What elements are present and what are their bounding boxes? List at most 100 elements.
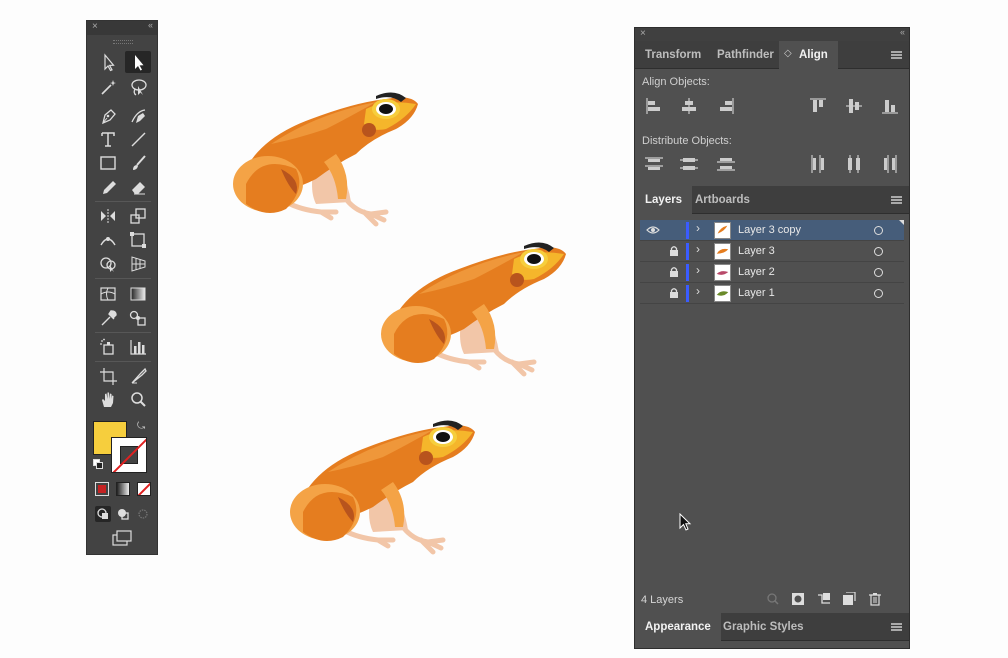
- close-icon[interactable]: ×: [640, 28, 646, 39]
- tools-panel: × ‹‹ ⤿: [86, 20, 158, 555]
- horizontal-distribute-left-icon[interactable]: [807, 153, 829, 175]
- swap-fill-stroke-icon[interactable]: ⤿: [137, 421, 145, 432]
- lock-icon[interactable]: [668, 245, 680, 257]
- panel-menu-icon[interactable]: [891, 51, 902, 59]
- expand-chevron-icon[interactable]: ›: [696, 221, 700, 235]
- layer-name[interactable]: Layer 3: [738, 245, 775, 257]
- tab-layers[interactable]: Layers: [635, 186, 693, 214]
- target-icon[interactable]: [874, 226, 883, 235]
- panel-menu-icon[interactable]: [891, 623, 902, 631]
- layer-row[interactable]: › Layer 1: [640, 283, 904, 304]
- tab-transform[interactable]: Transform: [635, 41, 711, 69]
- frog-illustration[interactable]: [283, 412, 483, 562]
- curvature-tool-icon[interactable]: [125, 105, 151, 127]
- screen-mode-icon[interactable]: [111, 530, 133, 546]
- layer-row[interactable]: › Layer 3: [640, 241, 904, 262]
- eraser-tool-icon[interactable]: [125, 176, 151, 198]
- vertical-align-top-icon[interactable]: [807, 95, 829, 117]
- layer-thumbnail: [714, 264, 731, 281]
- direct-selection-tool-icon[interactable]: [125, 51, 151, 73]
- draw-behind-icon[interactable]: [115, 506, 131, 522]
- magic-wand-tool-icon[interactable]: [95, 76, 121, 98]
- trash-icon[interactable]: [868, 592, 882, 606]
- perspective-grid-tool-icon[interactable]: [125, 253, 151, 275]
- close-icon[interactable]: ×: [92, 21, 98, 32]
- horizontal-align-right-icon[interactable]: [715, 95, 737, 117]
- layer-row[interactable]: › Layer 2: [640, 262, 904, 283]
- eyedropper-tool-icon[interactable]: [95, 307, 121, 329]
- collapse-icon[interactable]: ‹‹: [148, 20, 153, 30]
- vertical-align-center-icon[interactable]: [843, 95, 865, 117]
- tab-artboards[interactable]: Artboards: [685, 186, 760, 214]
- drag-grip[interactable]: [87, 35, 157, 47]
- lasso-tool-icon[interactable]: [125, 76, 151, 98]
- vertical-distribute-bottom-icon[interactable]: [715, 153, 737, 175]
- paintbrush-tool-icon[interactable]: [125, 152, 151, 174]
- collapse-icon[interactable]: ‹‹: [900, 27, 905, 37]
- hand-tool-icon[interactable]: [95, 389, 121, 411]
- expand-chevron-icon[interactable]: ›: [696, 263, 700, 277]
- symbol-sprayer-tool-icon[interactable]: [95, 336, 121, 358]
- selection-corner-icon: [899, 220, 904, 225]
- reflect-tool-icon[interactable]: [95, 205, 121, 227]
- target-icon[interactable]: [874, 268, 883, 277]
- vertical-distribute-center-icon[interactable]: [678, 153, 700, 175]
- layer-name[interactable]: Layer 2: [738, 266, 775, 278]
- frog-illustration[interactable]: [374, 234, 574, 384]
- default-fill-stroke-icon[interactable]: [93, 459, 103, 469]
- horizontal-distribute-right-icon[interactable]: [879, 153, 901, 175]
- rectangle-tool-icon[interactable]: [95, 152, 121, 174]
- tab-appearance[interactable]: Appearance: [635, 613, 721, 641]
- zoom-tool-icon[interactable]: [125, 389, 151, 411]
- scale-tool-icon[interactable]: [125, 205, 151, 227]
- layer-name[interactable]: Layer 3 copy: [738, 224, 801, 236]
- layer-thumbnail: [714, 285, 731, 302]
- layer-thumbnail: [714, 243, 731, 260]
- line-segment-tool-icon[interactable]: [125, 128, 151, 150]
- horizontal-align-left-icon[interactable]: [643, 95, 665, 117]
- slice-tool-icon[interactable]: [125, 365, 151, 387]
- new-layer-icon[interactable]: [842, 592, 856, 606]
- lock-icon[interactable]: [668, 266, 680, 278]
- vertical-distribute-top-icon[interactable]: [643, 153, 665, 175]
- layers-footer: 4 Layers: [635, 588, 909, 610]
- target-icon[interactable]: [874, 289, 883, 298]
- eye-icon[interactable]: [646, 223, 660, 237]
- horizontal-distribute-center-icon[interactable]: [843, 153, 865, 175]
- panel-menu-icon[interactable]: [891, 196, 902, 204]
- tab-pathfinder[interactable]: Pathfinder: [707, 41, 784, 69]
- expand-chevron-icon[interactable]: ›: [696, 242, 700, 256]
- layer-row[interactable]: › Layer 3 copy: [640, 220, 904, 241]
- shaper-tool-icon[interactable]: [95, 176, 121, 198]
- selection-tool-icon[interactable]: [95, 51, 121, 73]
- blend-tool-icon[interactable]: [125, 307, 151, 329]
- layer-color-bar: [686, 264, 689, 281]
- tab-graphic-styles[interactable]: Graphic Styles: [713, 613, 814, 641]
- horizontal-align-center-icon[interactable]: [678, 95, 700, 117]
- shape-builder-tool-icon[interactable]: [95, 253, 121, 275]
- width-tool-icon[interactable]: [95, 229, 121, 251]
- layer-color-bar: [686, 243, 689, 260]
- frog-illustration[interactable]: [226, 84, 426, 234]
- artboard-tool-icon[interactable]: [95, 365, 121, 387]
- column-graph-tool-icon[interactable]: [125, 336, 151, 358]
- free-transform-tool-icon[interactable]: [125, 229, 151, 251]
- locate-object-icon[interactable]: [766, 592, 780, 606]
- draw-inside-icon[interactable]: [135, 506, 151, 522]
- stroke-swatch[interactable]: [111, 437, 147, 473]
- layer-name[interactable]: Layer 1: [738, 287, 775, 299]
- new-sublayer-icon[interactable]: [817, 592, 831, 606]
- draw-normal-icon[interactable]: [95, 506, 111, 522]
- gradient-tool-icon[interactable]: [125, 283, 151, 305]
- expand-chevron-icon[interactable]: ›: [696, 284, 700, 298]
- none-mode-icon[interactable]: [137, 482, 151, 496]
- lock-icon[interactable]: [668, 287, 680, 299]
- type-tool-icon[interactable]: [95, 128, 121, 150]
- make-clipping-mask-icon[interactable]: [791, 592, 805, 606]
- pen-tool-icon[interactable]: [95, 105, 121, 127]
- vertical-align-bottom-icon[interactable]: [879, 95, 901, 117]
- color-mode-icon[interactable]: [95, 482, 109, 496]
- target-icon[interactable]: [874, 247, 883, 256]
- mesh-tool-icon[interactable]: [95, 283, 121, 305]
- gradient-mode-icon[interactable]: [116, 482, 130, 496]
